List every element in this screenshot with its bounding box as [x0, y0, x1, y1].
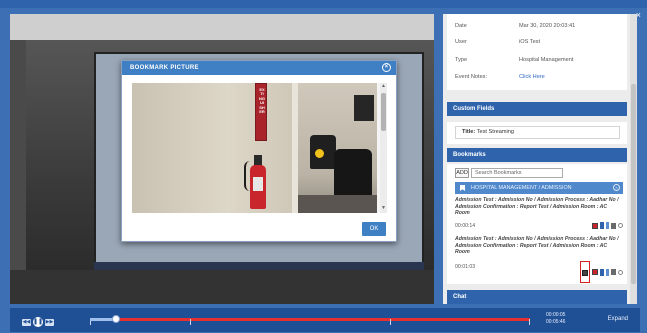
bookmark-item[interactable]: Admission Test : Admission No / Admissio…: [455, 236, 625, 283]
info-value: iOS Test: [519, 39, 541, 45]
info-key: Date: [455, 23, 467, 29]
ok-button[interactable]: OK: [362, 222, 386, 236]
pause-icon[interactable]: ❚❚: [33, 317, 43, 327]
player-controls-bar: ◀◀ ❚❚ ▶▶ 00:00:05 00:05:46 Expand: [10, 308, 640, 332]
modal-header: BOOKMARK PICTURE ×: [122, 61, 396, 75]
scroll-down-icon[interactable]: ▼: [381, 206, 386, 211]
delete-icon[interactable]: [592, 222, 598, 229]
info-key: Event Notes:: [455, 74, 488, 80]
share-icon[interactable]: [606, 222, 609, 229]
info-key: User: [455, 39, 467, 45]
time-readout: 00:00:05 00:05:46: [546, 312, 565, 326]
skip-forward-icon[interactable]: ▶▶: [45, 318, 54, 326]
event-details-panel: Date Mar 30, 2020 20:03:41 User iOS Test…: [443, 14, 637, 304]
timeline-tick: [529, 319, 530, 325]
delete-icon[interactable]: [592, 269, 598, 275]
bookmarks-heading[interactable]: Bookmarks: [447, 148, 627, 162]
playback-controls: ◀◀ ❚❚ ▶▶: [22, 317, 54, 327]
modal-body: EXTINGUISHER ▲ ▼: [132, 83, 387, 213]
expand-button[interactable]: Expand: [608, 316, 628, 322]
info-value: Mar 30, 2020 20:03:41: [519, 23, 576, 29]
share-icon[interactable]: [606, 268, 609, 276]
extinguisher-sign: EXTINGUISHER: [255, 83, 267, 141]
photo-floor: [298, 195, 377, 213]
bookmark-actions: [592, 222, 623, 229]
custom-field-title: Title: Test Streaming: [455, 126, 620, 139]
bookmarks-box: ADD Search Bookmarks HOSPITAL MANAGEMENT…: [447, 164, 627, 284]
add-bookmark-button[interactable]: ADD: [455, 168, 469, 178]
custom-fields-heading[interactable]: Custom Fields: [447, 102, 627, 116]
photo-chair: [334, 149, 372, 199]
photo-wall: [132, 83, 292, 213]
bookmark-time[interactable]: 00:00:14: [455, 223, 475, 229]
picture-icon[interactable]: [582, 270, 588, 276]
pointer-dot: [315, 149, 324, 158]
custom-fields-box: Title: Test Streaming: [447, 122, 627, 144]
chat-heading[interactable]: Chat: [447, 290, 627, 304]
info-row-user: User iOS Test: [455, 36, 625, 48]
modal-title: BOOKMARK PICTURE: [130, 65, 199, 71]
bookmark-actions: [580, 261, 623, 283]
video-top-band: [10, 14, 434, 40]
bookmark-description: Admission Test : Admission No / Admissio…: [455, 236, 619, 256]
timeline-tick: [390, 319, 391, 325]
bookmark-group-header[interactable]: HOSPITAL MANAGEMENT / ADMISSION ×: [455, 182, 623, 194]
timeline-track[interactable]: [90, 318, 530, 325]
skip-back-icon[interactable]: ◀◀: [22, 318, 31, 326]
info-value: Hospital Management: [519, 57, 574, 63]
bookmark-photo: EXTINGUISHER: [132, 83, 377, 213]
group-close-icon[interactable]: ×: [613, 184, 620, 191]
search-bookmarks-input[interactable]: Search Bookmarks: [471, 168, 563, 178]
comment-icon[interactable]: [611, 222, 616, 229]
info-icon[interactable]: [618, 269, 623, 275]
scroll-up-icon[interactable]: ▲: [381, 84, 386, 89]
extinguisher-label: [253, 177, 263, 191]
info-row-date: Date Mar 30, 2020 20:03:41: [455, 20, 625, 32]
bookmark-picture-modal: BOOKMARK PICTURE × EXTINGUISHER ▲ ▼ OK: [121, 60, 397, 242]
info-key: Type: [455, 57, 468, 63]
panel-scroll-thumb[interactable]: [631, 84, 636, 284]
bookmark-time[interactable]: 00:01:03: [455, 264, 475, 270]
bookmark-item[interactable]: Admission Test : Admission No / Admissio…: [455, 197, 625, 229]
event-info-box: Date Mar 30, 2020 20:03:41 User iOS Test…: [447, 14, 627, 90]
custom-field-key: Title:: [462, 129, 476, 135]
edit-icon[interactable]: [600, 268, 604, 276]
panel-scrollbar[interactable]: [630, 14, 637, 304]
bookmark-group-label: HOSPITAL MANAGEMENT / ADMISSION: [471, 185, 572, 191]
timeline-scrubber[interactable]: [112, 315, 120, 323]
modal-close-icon[interactable]: ×: [382, 63, 391, 72]
event-notes-link[interactable]: Click Here: [519, 71, 545, 83]
info-icon[interactable]: [618, 223, 623, 228]
edit-icon[interactable]: [600, 222, 604, 229]
scroll-thumb[interactable]: [381, 93, 386, 131]
bookmark-flag-icon: [460, 185, 465, 191]
comment-icon[interactable]: [611, 269, 616, 275]
modal-scrollbar[interactable]: ▲ ▼: [380, 83, 387, 213]
window-top-strip: [0, 0, 647, 8]
info-row-type: Type Hospital Management: [455, 54, 625, 66]
extinguisher-sign-text: EXTINGUISHER: [259, 87, 265, 115]
info-row-event-notes: Event Notes: Click Here: [455, 71, 625, 83]
total-duration: 00:05:46: [546, 319, 566, 325]
video-floor: [10, 270, 434, 304]
custom-field-value: Test Streaming: [476, 129, 515, 135]
timeline-tick: [190, 319, 191, 325]
photo-wall-screen: [354, 95, 374, 121]
picture-icon-highlight: [580, 261, 590, 283]
current-time: 00:00:05: [546, 312, 566, 318]
bookmark-description: Admission Test : Admission No / Admissio…: [455, 197, 619, 217]
